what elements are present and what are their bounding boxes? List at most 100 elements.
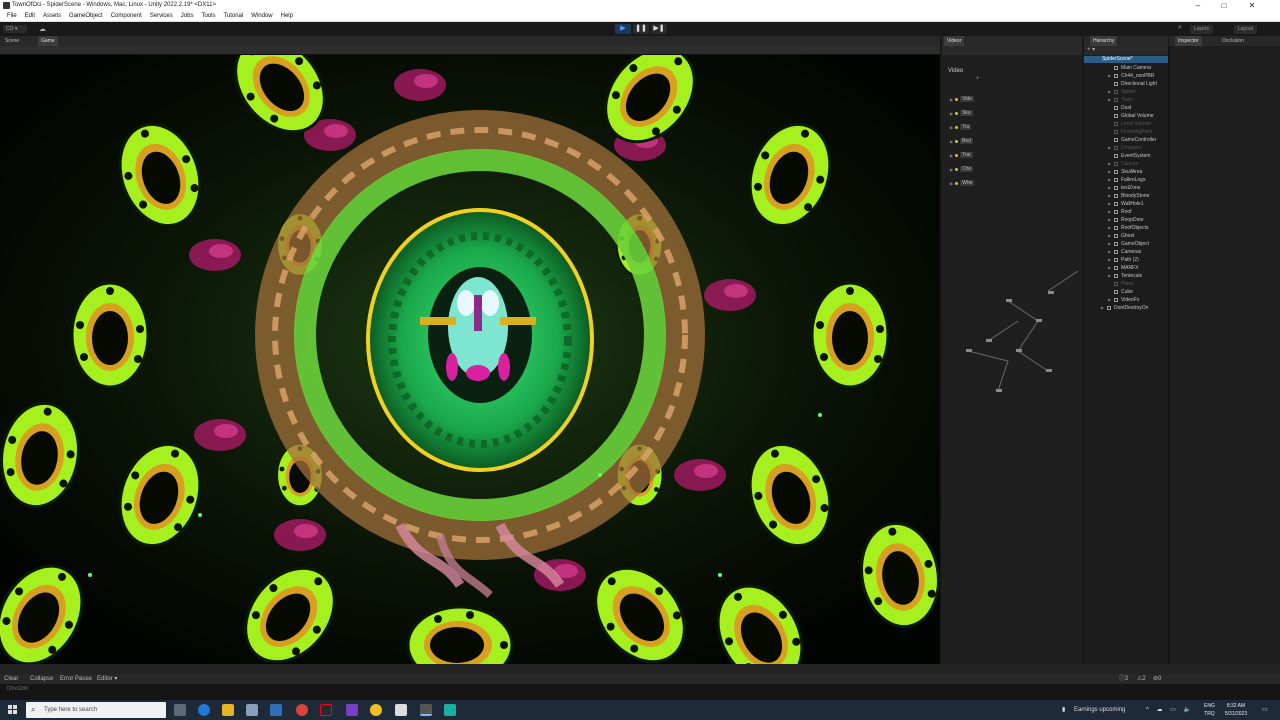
menu-component[interactable]: Component [107, 11, 146, 21]
search-icon[interactable]: ⌕ [1178, 24, 1182, 32]
app-icon-teal[interactable] [444, 704, 456, 716]
hierarchy-item[interactable]: ▶ Canvas [1084, 160, 1168, 168]
edge-icon[interactable] [198, 704, 210, 716]
maximize-button[interactable]: □ [1212, 0, 1236, 11]
hierarchy-item[interactable]: ▶ RoofObjects [1084, 224, 1168, 232]
video-track[interactable]: ▶ Whe [950, 176, 975, 190]
status-bar: 720x1280 [0, 684, 1280, 700]
unity-hub-icon[interactable] [395, 704, 407, 716]
console-error-count[interactable]: ⊘ 0 [1153, 674, 1161, 684]
tab-scene[interactable]: Scene [2, 36, 22, 46]
hierarchy-list: Main Camera ▶ Ch44_nonPBR Directional Lig… [1084, 64, 1168, 312]
video-track[interactable]: ▶ Trai [950, 148, 974, 162]
store-icon[interactable] [246, 704, 258, 716]
hierarchy-item[interactable]: ▶ Tentecals [1084, 272, 1168, 280]
notifications-icon[interactable]: ▭ [1262, 700, 1268, 720]
video-track[interactable]: ▶ Sku [950, 106, 974, 120]
hierarchy-item[interactable]: Cube [1084, 288, 1168, 296]
menu-assets[interactable]: Assets [39, 11, 65, 21]
hierarchy-item[interactable]: ▶ testZone [1084, 184, 1168, 192]
menu-services[interactable]: Services [146, 11, 177, 21]
menu-jobs[interactable]: Jobs [177, 11, 198, 21]
news-widget[interactable]: Earnings upcoming [1074, 700, 1125, 720]
hierarchy-item[interactable]: ▶ FallenLogs [1084, 176, 1168, 184]
layout-dropdown[interactable]: Layout [1234, 25, 1258, 34]
hierarchy-item[interactable]: GameController [1084, 136, 1168, 144]
hierarchy-item[interactable]: ▶ RoopDoor [1084, 216, 1168, 224]
cloud-icon[interactable]: ☁ [39, 25, 46, 33]
console-error-pause-button[interactable]: Error Pause [60, 674, 92, 684]
hierarchy-item[interactable]: ▶ Path (2) [1084, 256, 1168, 264]
visual-studio-icon[interactable] [346, 704, 358, 716]
chrome-icon[interactable] [296, 704, 308, 716]
add-icon[interactable]: + ▾ [1087, 47, 1095, 53]
tab-inspector[interactable]: Inspector [1175, 36, 1202, 46]
menu-tutorial[interactable]: Tutorial [219, 11, 247, 21]
hierarchy-item[interactable]: Plane [1084, 280, 1168, 288]
tab-occlusion[interactable]: Occlusion [1219, 36, 1247, 46]
hierarchy-item[interactable]: ▶ Roof [1084, 208, 1168, 216]
hierarchy-item[interactable]: Dust [1084, 104, 1168, 112]
hierarchy-item[interactable]: ▶ Ghost [1084, 232, 1168, 240]
hierarchy-item[interactable]: ▶ Town [1084, 96, 1168, 104]
console-clear-button[interactable]: Clear [4, 674, 18, 684]
console-collapse-button[interactable]: Collapse [30, 674, 53, 684]
menu-tools[interactable]: Tools [197, 11, 219, 21]
pause-button[interactable]: ❚❚ [633, 24, 649, 34]
layers-dropdown[interactable]: Layers [1190, 25, 1214, 34]
menu-file[interactable]: File [3, 11, 21, 21]
tab-hierarchy[interactable]: Hierarchy [1090, 36, 1118, 46]
unity-editor-icon[interactable] [420, 704, 432, 716]
hierarchy-item[interactable]: Global Volume [1084, 112, 1168, 120]
hierarchy-item[interactable]: ▶ Spider [1084, 88, 1168, 96]
game-viewport[interactable] [0, 55, 940, 664]
windows-start-icon[interactable] [8, 705, 18, 715]
hierarchy-item[interactable]: ▶ SkullArea [1084, 168, 1168, 176]
tab-game[interactable]: Game [38, 36, 58, 46]
video-track[interactable]: ▶ Vide [950, 92, 974, 106]
step-button[interactable]: ▶❚ [651, 24, 667, 34]
video-track[interactable]: ▶ Bod [950, 134, 974, 148]
file-explorer-icon[interactable] [222, 704, 234, 716]
console-log-count[interactable]: ⓘ 2 [1119, 674, 1128, 684]
hierarchy-item[interactable]: Main Camera [1084, 64, 1168, 72]
hierarchy-item[interactable]: Local Volume [1084, 120, 1168, 128]
hierarchy-item[interactable]: ▶ GameObject [1084, 240, 1168, 248]
taskbar-clock[interactable]: 8:32 AM 5/31/2023 [1222, 702, 1250, 718]
tray-icons[interactable]: ^ ☁ ▭ 🔈 [1146, 700, 1194, 720]
news-weather-icon[interactable]: ▮ [1062, 700, 1065, 720]
app-icon[interactable] [320, 704, 332, 716]
hierarchy-item[interactable]: FinishingPoint [1084, 128, 1168, 136]
menu-help[interactable]: Help [277, 11, 297, 21]
search-icon: ⌕ [31, 705, 36, 714]
language-indicator[interactable]: ENG TRQ [1204, 702, 1215, 718]
hierarchy-item[interactable]: ▶ Ch44_nonPBR [1084, 72, 1168, 80]
chrome-canary-icon[interactable] [370, 704, 382, 716]
close-button[interactable]: ✕ [1240, 0, 1264, 11]
account-dropdown[interactable]: CO ▾ [3, 25, 27, 33]
hierarchy-item[interactable]: ▶ VideoFx [1084, 296, 1168, 304]
add-video-button[interactable]: + [976, 76, 980, 82]
hierarchy-item[interactable]: ▶ BloodyStone [1084, 192, 1168, 200]
hierarchy-item[interactable]: ▶ Droppers [1084, 144, 1168, 152]
tab-video[interactable]: Videor [944, 36, 965, 46]
hierarchy-item[interactable]: ▶ WallHole1 [1084, 200, 1168, 208]
menu-gameobject[interactable]: GameObject [65, 11, 107, 21]
console-warning-count[interactable]: ⚠ 2 [1137, 674, 1146, 684]
task-view-icon[interactable] [174, 704, 186, 716]
video-track[interactable]: ▶ Tru [950, 120, 974, 134]
hierarchy-item[interactable]: ▶ MANFX [1084, 264, 1168, 272]
play-button[interactable]: ▶ [615, 24, 631, 34]
console-editor-dropdown[interactable]: Editor ▾ [97, 674, 117, 684]
hierarchy-item[interactable]: EventSystem [1084, 152, 1168, 160]
hierarchy-item[interactable]: ▶ Cameras [1084, 248, 1168, 256]
mail-icon[interactable] [270, 704, 282, 716]
menu-edit[interactable]: Edit [21, 11, 39, 21]
video-track[interactable]: ▶ Cho [950, 162, 974, 176]
hierarchy-scene-root[interactable]: SpiderScene* [1084, 56, 1168, 63]
menu-window[interactable]: Window [247, 11, 276, 21]
minimize-button[interactable]: – [1186, 0, 1210, 11]
hierarchy-item[interactable]: Directional Light [1084, 80, 1168, 88]
hierarchy-item-dontdestroy[interactable]: ▶ DontDestroyOn [1084, 304, 1168, 312]
taskbar-search-input[interactable]: ⌕ Type here to search [26, 702, 166, 718]
